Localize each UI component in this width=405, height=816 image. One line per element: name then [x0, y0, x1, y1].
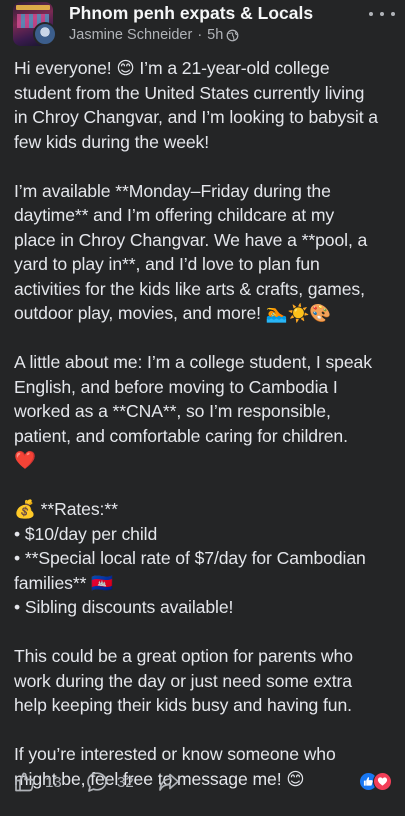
post-meta: Jasmine Schneider · 5h [69, 27, 239, 43]
comment-button[interactable]: 32 [85, 768, 134, 796]
post-line: work during the day or just need some ex… [14, 670, 352, 691]
post-line: student from the United States currently… [14, 82, 365, 103]
post-line: patient, and comfortable caring for chil… [14, 425, 348, 446]
likes-count: 13 [45, 773, 62, 791]
post-line: activities for the kids like arts & craf… [14, 278, 365, 299]
reaction-summary[interactable] [359, 772, 393, 792]
more-horizontal-icon[interactable] [369, 6, 395, 22]
post-line: place in Chroy Changvar. We have a **poo… [14, 229, 368, 250]
group-name[interactable]: Phnom penh expats & Locals [69, 3, 313, 24]
like-button[interactable]: 13 [13, 768, 62, 796]
post-time[interactable]: 5h [207, 27, 223, 43]
post-line: outdoor play, movies, and more! 🏊☀️🎨 [14, 303, 332, 323]
post-line: I’m available **Monday–Friday during the [14, 180, 331, 201]
post-line: • **Special local rate of $7/day for Cam… [14, 548, 366, 568]
post-line: few kids during the week! [14, 131, 210, 152]
post-line: yard to play in**, and I’d love to plan … [14, 254, 320, 274]
love-reaction-icon [373, 772, 392, 791]
post-line: • $10/day per child [14, 523, 158, 544]
post-line: • Sibling discounts available! [14, 597, 234, 617]
post-line: 💰 **Rates:** [14, 499, 118, 519]
post-text: Hi everyone! 😊 I’m a 21-year-old college… [14, 56, 396, 816]
post-line: daytime** and I’m offering childcare at … [14, 205, 335, 225]
comment-bubble-icon [87, 772, 107, 792]
post-paragraph: Hi everyone! 😊 I’m a 21-year-old college… [14, 56, 396, 154]
post-line: If you’re interested or know someone who [14, 744, 336, 764]
post-line: This could be a great option for parents… [14, 646, 353, 666]
author-avatar[interactable] [33, 22, 57, 46]
post-paragraph: This could be a great option for parents… [14, 644, 396, 718]
author-name[interactable]: Jasmine Schneider [69, 27, 192, 43]
post-header: Phnom penh expats & Locals Jasmine Schne… [0, 0, 405, 52]
post-line: ❤️ [14, 450, 36, 470]
post-paragraph: A little about me: I’m a college student… [14, 350, 396, 473]
post-line: help keeping their kids busy and having … [14, 695, 352, 715]
post-line: families** 🇰🇭 [14, 572, 113, 593]
post-paragraph: I’m available **Monday–Friday during the… [14, 179, 396, 326]
post-line: A little about me: I’m a college student… [14, 352, 372, 372]
post-line: in Chroy Changvar, and I’m looking to ba… [14, 107, 378, 127]
post-footer: 13 32 [0, 768, 405, 800]
share-button[interactable] [157, 768, 181, 796]
post-paragraph: 💰 **Rates:** • $10/day per child • **Speci… [14, 497, 396, 620]
share-arrow-icon [159, 773, 179, 791]
post-line: worked as a **CNA**, so I’m responsible, [14, 401, 331, 421]
meta-separator: · [197, 27, 203, 43]
post-line: Hi everyone! 😊 I’m a 21-year-old college [14, 58, 330, 78]
thumbs-up-icon [15, 772, 35, 792]
globe-icon [226, 29, 239, 41]
comments-count: 32 [117, 773, 134, 791]
post-line: English, and before moving to Cambodia I [14, 376, 338, 397]
